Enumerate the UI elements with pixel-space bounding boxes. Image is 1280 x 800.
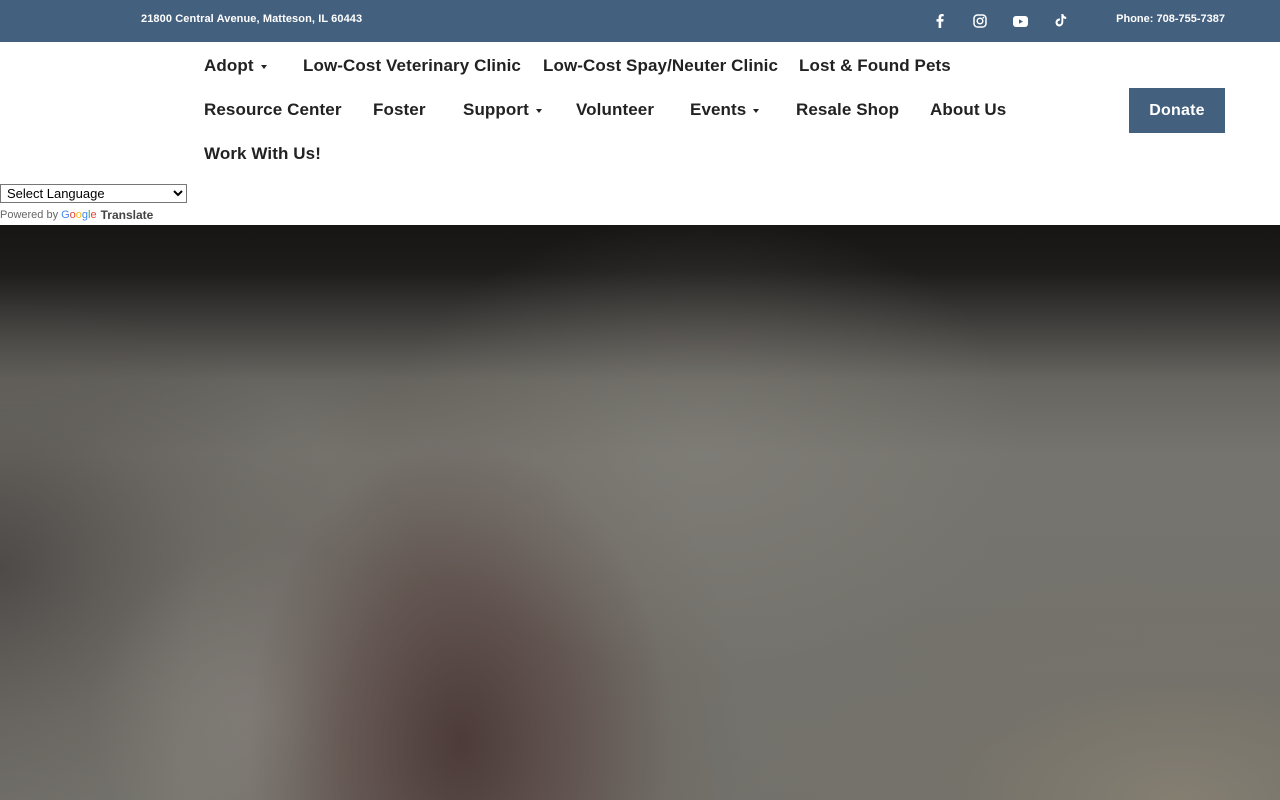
instagram-icon <box>973 14 987 28</box>
nav-item-label: Resource Center <box>204 100 342 119</box>
top-info-bar: 21800 Central Avenue, Matteson, IL 60443… <box>0 0 1280 42</box>
powered-by-text: Powered by <box>0 209 59 221</box>
nav-item-events[interactable]: Events <box>690 100 760 120</box>
nav-item-label: Low-Cost Veterinary Clinic <box>303 56 521 75</box>
nav-item-label: Foster <box>373 100 426 119</box>
language-select[interactable]: Select Language <box>0 184 187 203</box>
nav-item-label: About Us <box>930 100 1007 119</box>
youtube-link[interactable] <box>1010 11 1030 31</box>
nav-item-vet-clinic[interactable]: Low-Cost Veterinary Clinic <box>303 56 521 76</box>
nav-item-support[interactable]: Support <box>463 100 542 120</box>
main-navigation: Adopt Low-Cost Veterinary Clinic Low-Cos… <box>0 42 1280 225</box>
nav-item-label: Work With Us! <box>204 144 321 163</box>
phone-text: Phone: 708-755-7387 <box>1116 13 1225 25</box>
nav-item-label: Support <box>463 100 529 119</box>
google-logo: Google <box>61 209 97 221</box>
facebook-icon <box>936 14 944 28</box>
facebook-link[interactable] <box>930 11 950 31</box>
nav-item-label: Volunteer <box>576 100 655 119</box>
nav-item-resale-shop[interactable]: Resale Shop <box>796 100 899 120</box>
nav-item-lost-found[interactable]: Lost & Found Pets <box>799 56 951 76</box>
nav-item-label: Adopt <box>204 56 254 75</box>
nav-item-label: Low-Cost Spay/Neuter Clinic <box>543 56 779 75</box>
translate-link[interactable]: Translate <box>101 208 154 222</box>
youtube-icon <box>1012 15 1028 27</box>
powered-by-google-translate: Powered by Google Translate <box>0 208 153 222</box>
instagram-link[interactable] <box>970 11 990 31</box>
nav-item-work-with-us[interactable]: Work With Us! <box>204 144 321 164</box>
nav-item-resource-center[interactable]: Resource Center <box>204 100 342 120</box>
caret-down-icon <box>753 108 760 113</box>
nav-item-label: Events <box>690 100 747 119</box>
nav-item-label: Lost & Found Pets <box>799 56 951 75</box>
nav-item-label: Resale Shop <box>796 100 900 119</box>
donate-button[interactable]: Donate <box>1129 88 1225 133</box>
caret-down-icon <box>260 64 267 69</box>
nav-item-foster[interactable]: Foster <box>373 100 426 120</box>
address-text: 21800 Central Avenue, Matteson, IL 60443 <box>141 13 363 25</box>
nav-item-about-us[interactable]: About Us <box>930 100 1006 120</box>
caret-down-icon <box>535 108 542 113</box>
nav-item-spay-neuter[interactable]: Low-Cost Spay/Neuter Clinic <box>543 56 778 76</box>
tiktok-link[interactable] <box>1050 11 1070 31</box>
nav-item-volunteer[interactable]: Volunteer <box>576 100 654 120</box>
nav-item-adopt[interactable]: Adopt <box>204 56 267 76</box>
tiktok-icon <box>1055 14 1066 27</box>
hero-image <box>0 225 1280 800</box>
